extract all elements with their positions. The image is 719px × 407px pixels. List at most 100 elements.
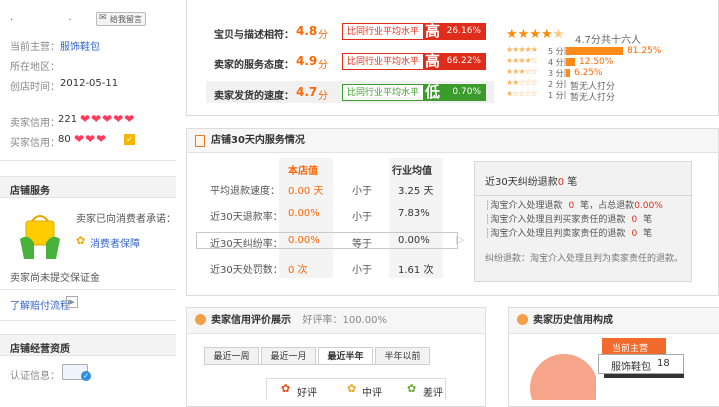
dsr-level-badge: 高 66.22%: [423, 53, 486, 70]
heart-icon: ❤: [80, 112, 91, 126]
review-tab[interactable]: 最近一月: [261, 347, 316, 365]
dispute-title-suffix: 笔: [567, 177, 578, 188]
dispute-line-suffix: 笔: [643, 229, 653, 239]
dispute-line-value: 0: [631, 215, 638, 225]
review-kind-neutral[interactable]: 中评: [362, 384, 382, 399]
breakdown-track: [564, 91, 566, 99]
dispute-line-value2: 0.00%: [634, 201, 663, 211]
dispute-line: ┆淘宝介入处理退款 0 笔，占总退款0.00%: [485, 198, 663, 211]
alipay-icon[interactable]: ✓: [124, 134, 135, 145]
dsr-pct: 26.16%: [446, 26, 481, 36]
dsr-level-badge: 高 26.16%: [423, 23, 486, 40]
dsr-compare: 比同行业平均水平: [342, 53, 424, 70]
breakdown-stars: ★★★★☆: [506, 56, 538, 65]
category-name: 服饰鞋包: [611, 362, 651, 373]
dsr-level: 高: [425, 52, 441, 70]
seller-reviews-title: 卖家信用评价展示: [211, 315, 291, 326]
breakdown-label: 1 分: [548, 91, 564, 100]
dsr-pct: 66.22%: [446, 56, 481, 66]
service-shop-value: 0.00 天: [288, 186, 324, 197]
seller-credit-label: 卖家信用：: [10, 118, 60, 129]
service-compare: 等于: [352, 239, 372, 250]
review-kind-bad[interactable]: 差评: [423, 384, 443, 399]
breakdown-percent: 6.25%: [574, 68, 603, 78]
arrow-right-icon[interactable]: ▶: [66, 296, 78, 308]
review-kind-good[interactable]: 好评: [297, 384, 317, 399]
message-button[interactable]: ✉ 给我留言: [96, 12, 146, 26]
col-industry-header: 行业均值: [392, 166, 432, 177]
sidebar: . . ✉ 给我留言 当前主营： 服饰鞋包 所在地区： 创店时间： 2012-0…: [0, 0, 176, 400]
service-industry-value: 0.00%: [398, 235, 430, 246]
payment-process-link[interactable]: 了解赔付流程: [10, 297, 70, 312]
heart-icon: ❤: [96, 132, 107, 146]
dsr-compare: 比同行业平均水平: [342, 23, 424, 40]
breakdown-label: 2 分: [548, 80, 564, 89]
credit-history-title: 卖家历史信用构成: [533, 315, 613, 326]
dispute-line-value: 0: [631, 229, 638, 239]
seller-reviews-header: 卖家信用评价展示 好评率：100.00%: [187, 308, 485, 334]
good-icon: ✿: [281, 382, 291, 395]
user-icon-2: [517, 314, 528, 325]
deposit-note: 卖家尚未提交保证金: [10, 273, 100, 284]
breakdown-label: 4 分: [548, 58, 564, 67]
breakdown-label: 3 分: [548, 69, 564, 78]
dsr-level: 低: [425, 83, 441, 101]
heart-icon: ❤: [91, 112, 102, 126]
business-qual-title: 店铺经营资质: [10, 344, 70, 355]
seller-hearts[interactable]: ❤❤❤❤❤: [80, 113, 135, 126]
shop-service-header: 店铺服务: [0, 176, 176, 198]
breakdown-stars: ★★☆☆☆: [506, 78, 538, 87]
message-label: 给我留言: [110, 15, 142, 24]
dispute-box: 近30天纠纷退款0 笔 ┆淘宝介入处理退款 0 笔，占总退款0.00% ┆淘宝介入处理…: [474, 161, 692, 282]
dsr-unit: 分: [318, 91, 328, 102]
main-business-link[interactable]: 服饰鞋包: [60, 38, 100, 53]
dsr-label: 宝贝与描述相符：: [214, 30, 294, 41]
message-icon: ✉: [99, 13, 107, 23]
heart-icon: ❤: [124, 112, 135, 126]
category-shadow: [604, 374, 684, 378]
shop-service-title: 店铺服务: [10, 186, 50, 197]
heart-icon: ❤: [102, 112, 113, 126]
dispute-line-value: 0: [568, 201, 575, 211]
divider-3: [0, 320, 176, 321]
current-business-label: 当前主营: [612, 344, 649, 354]
star-icon: ★: [552, 27, 565, 42]
dsr-level: 高: [425, 22, 441, 40]
service-compare: 小于: [352, 265, 372, 276]
good-rate: 好评率：100.00%: [302, 315, 387, 326]
dispute-line-suffix: 笔: [643, 215, 653, 225]
service-label: 近30天处罚数：: [210, 265, 283, 276]
dsr-level-badge: 低 0.70%: [423, 84, 486, 101]
heart-icon: ❤: [113, 112, 124, 126]
dispute-line: ┆淘宝介入处理且判卖家责任的退款 0 笔: [485, 226, 652, 239]
buyer-credit-value: 80: [58, 134, 71, 145]
highlight-arrow: ▷: [456, 233, 465, 246]
business-qual-header: 店铺经营资质: [0, 334, 176, 356]
service-label: 平均退款速度：: [210, 186, 280, 197]
review-tab[interactable]: 最近一周: [204, 347, 259, 365]
breakdown-stars: ★★★☆☆: [506, 67, 538, 76]
review-kind-row: ✿ 好评 ✿ 中评 ✿ 差评: [266, 378, 446, 400]
dsr-unit: 分: [318, 60, 328, 71]
tab-underline: [204, 364, 430, 365]
breakdown-track: [564, 80, 566, 88]
review-tab[interactable]: 最近半年: [318, 347, 373, 365]
location-label: 所在地区：: [10, 62, 60, 73]
neutral-icon: ✿: [347, 382, 357, 395]
bad-icon: ✿: [407, 382, 417, 395]
consumer-protection-link[interactable]: 消费者保障: [90, 235, 140, 250]
rater-count: 共十六人: [601, 35, 641, 46]
breakdown-stars: ★☆☆☆☆: [506, 89, 538, 98]
dispute-title-prefix: 近30天纠纷退款: [485, 177, 558, 188]
protection-icon: ✿: [76, 234, 86, 247]
user-icon: [195, 314, 206, 325]
col-shop-header: 本店值: [288, 166, 318, 177]
dispute-title-value: 0: [557, 177, 565, 188]
service30-title: 店铺30天内服务情况: [211, 135, 305, 146]
divider: [0, 160, 176, 161]
review-tab[interactable]: 半年以前: [375, 347, 430, 365]
breakdown-percent: 12.50%: [579, 57, 614, 67]
category-count: 18: [657, 358, 670, 369]
buyer-hearts[interactable]: ❤❤❤: [74, 133, 107, 146]
service-shop-value: 0.00%: [288, 208, 320, 219]
